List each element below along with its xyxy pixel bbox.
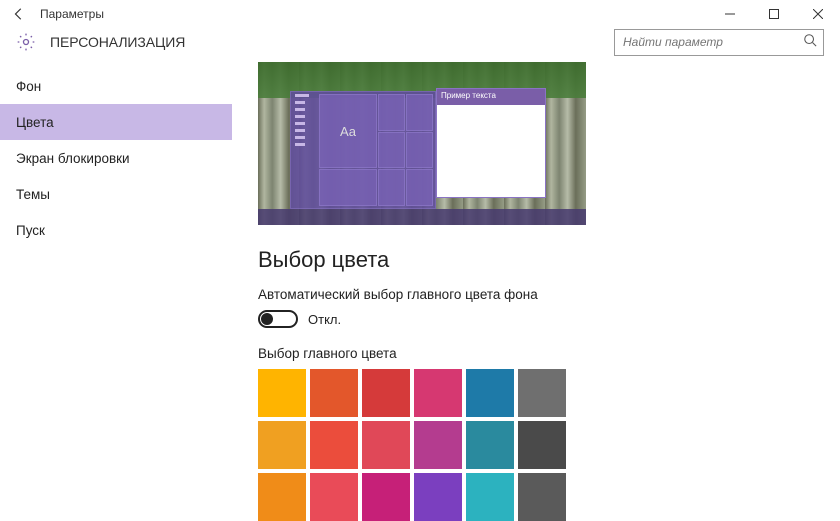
preview-taskbar — [258, 209, 586, 225]
accent-swatch[interactable] — [466, 369, 514, 417]
sidebar-item-label: Фон — [16, 79, 41, 94]
accent-swatch[interactable] — [258, 369, 306, 417]
sidebar-item-background[interactable]: Фон — [0, 68, 232, 104]
minimize-button[interactable] — [708, 0, 752, 28]
accent-swatch[interactable] — [362, 473, 410, 521]
color-preview: Aa Пример текста — [258, 62, 586, 225]
sidebar-item-lockscreen[interactable]: Экран блокировки — [0, 140, 232, 176]
accent-swatch[interactable] — [518, 421, 566, 469]
sidebar-item-colors[interactable]: Цвета — [0, 104, 232, 140]
accent-swatch[interactable] — [414, 369, 462, 417]
search-input[interactable] — [623, 35, 803, 49]
auto-color-toggle[interactable] — [258, 310, 298, 328]
page-header: ПЕРСОНАЛИЗАЦИЯ — [0, 28, 840, 62]
sidebar-item-label: Пуск — [16, 223, 45, 238]
preview-window: Пример текста — [436, 88, 546, 198]
maximize-button[interactable] — [752, 0, 796, 28]
window-title: Параметры — [40, 7, 104, 21]
accent-swatch[interactable] — [258, 473, 306, 521]
accent-swatch[interactable] — [310, 369, 358, 417]
accent-swatch[interactable] — [258, 421, 306, 469]
back-button[interactable] — [10, 5, 28, 23]
accent-swatch[interactable] — [310, 473, 358, 521]
accent-swatch[interactable] — [518, 473, 566, 521]
accent-swatch[interactable] — [310, 421, 358, 469]
accent-swatch[interactable] — [518, 369, 566, 417]
preview-startmenu: Aa — [290, 91, 436, 209]
gear-icon — [16, 32, 36, 52]
page-title: ПЕРСОНАЛИЗАЦИЯ — [50, 34, 185, 50]
sidebar-item-label: Цвета — [16, 115, 54, 130]
sidebar-item-themes[interactable]: Темы — [0, 176, 232, 212]
toggle-state-label: Откл. — [308, 312, 341, 327]
accent-swatch[interactable] — [414, 473, 462, 521]
accent-swatch[interactable] — [362, 369, 410, 417]
preview-window-title: Пример текста — [437, 89, 545, 105]
accent-swatch-grid — [258, 369, 602, 521]
accent-swatch[interactable] — [466, 473, 514, 521]
accent-swatch[interactable] — [466, 421, 514, 469]
sidebar-item-start[interactable]: Пуск — [0, 212, 232, 248]
sidebar: Фон Цвета Экран блокировки Темы Пуск — [0, 62, 232, 521]
sidebar-item-label: Экран блокировки — [16, 151, 130, 166]
search-icon — [803, 33, 817, 52]
titlebar: Параметры — [0, 0, 840, 28]
pick-accent-label: Выбор главного цвета — [258, 346, 820, 361]
auto-color-label: Автоматический выбор главного цвета фона — [258, 287, 820, 302]
accent-swatch[interactable] — [414, 421, 462, 469]
content: Aa Пример текста Выбор цвета Автоматичес… — [232, 62, 840, 521]
close-button[interactable] — [796, 0, 840, 28]
sidebar-item-label: Темы — [16, 187, 50, 202]
accent-swatch[interactable] — [362, 421, 410, 469]
search-box[interactable] — [614, 29, 824, 56]
section-title: Выбор цвета — [258, 247, 820, 273]
preview-tile-aa: Aa — [319, 94, 377, 168]
